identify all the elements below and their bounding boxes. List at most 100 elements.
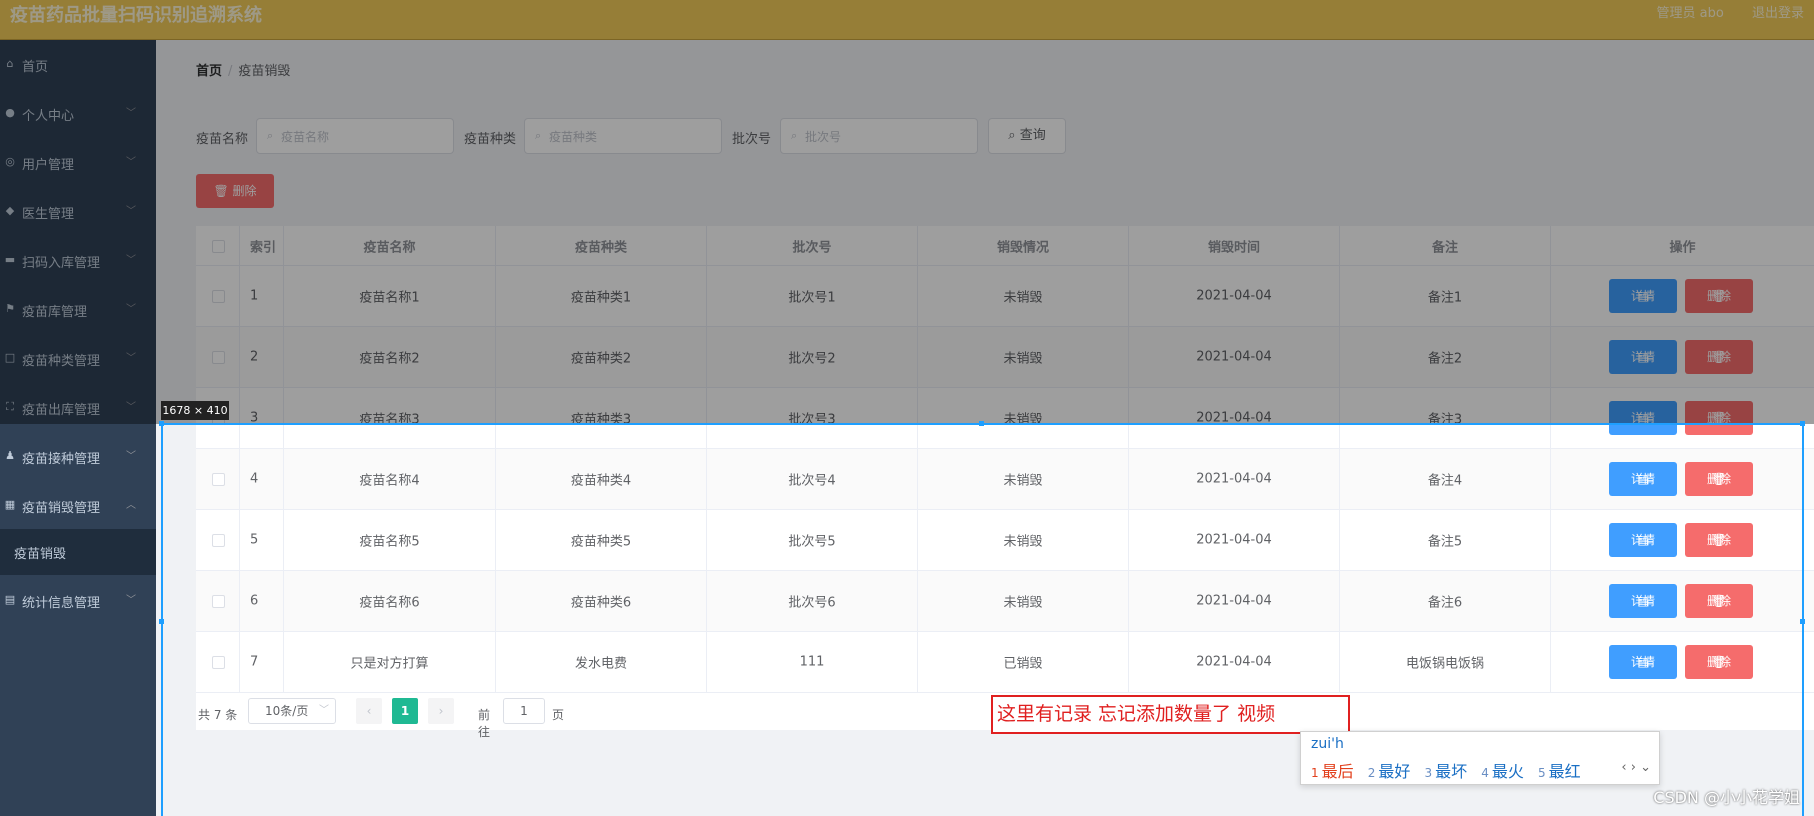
cell-actions: ▤ 详情 🗑 删除 — [1551, 266, 1814, 326]
chevron-down-icon[interactable]: ⌄ — [1640, 760, 1651, 775]
vaccine-name-field[interactable]: ⌕ — [256, 118, 454, 154]
sidebar-item-label: 首页 — [22, 60, 49, 75]
checkbox[interactable] — [211, 534, 225, 547]
sidebar-item-home[interactable]: ⌂ 首页 — [0, 40, 156, 88]
detail-button[interactable]: ▤ 详情 — [1609, 279, 1677, 313]
chevron-down-icon: ﹀ — [126, 206, 136, 217]
ime-candidate[interactable]: 3 最坏 — [1425, 762, 1468, 781]
delete-button[interactable]: 🗑 删除 — [1685, 645, 1753, 679]
cell-actions: ▤ 详情 🗑 删除 — [1551, 449, 1814, 509]
ime-nav[interactable]: ‹ › ⌄ — [1621, 760, 1651, 775]
prev-page-button[interactable]: ‹ — [356, 698, 382, 724]
selection-handle[interactable] — [979, 421, 984, 426]
header-right: 管理员 abo 退出登录 — [1633, 4, 1804, 24]
detail-button[interactable]: ▤ 详情 — [1609, 401, 1677, 435]
cell-idx: 1 — [240, 266, 284, 326]
sidebar-item-vaccine-types[interactable]: □ 疫苗种类管理 ﹀ — [0, 334, 156, 382]
goto-page-input[interactable]: 1 — [503, 698, 545, 724]
checkbox[interactable] — [211, 290, 225, 303]
row-select[interactable] — [196, 327, 240, 387]
cell-name: 疫苗名称5 — [284, 510, 496, 570]
chevron-left-icon[interactable]: ‹ — [1621, 760, 1626, 775]
vaccine-name-input[interactable] — [281, 127, 441, 147]
selection-handle[interactable] — [1800, 619, 1805, 624]
cell-name: 疫苗名称6 — [284, 571, 496, 631]
logout-link[interactable]: 退出登录 — [1752, 6, 1804, 21]
vaccine-type-input[interactable] — [549, 127, 709, 147]
chevron-up-icon: ︿ — [126, 500, 136, 511]
annotation-textbox[interactable]: 这里有记录 忘记添加数量了 视频 — [991, 695, 1350, 734]
sidebar-item-users[interactable]: ◎ 用户管理 ﹀ — [0, 138, 156, 186]
delete-button[interactable]: 🗑 删除 — [1685, 462, 1753, 496]
sidebar-item-statistics[interactable]: ▤ 统计信息管理 ﹀ — [0, 576, 156, 624]
ime-candidate[interactable]: 5 最红 — [1538, 762, 1581, 781]
query-button-label: 查询 — [1019, 128, 1046, 143]
detail-button[interactable]: ▤ 详情 — [1609, 584, 1677, 618]
selection-handle[interactable] — [1800, 421, 1805, 426]
ime-candidate[interactable]: 1 最后 — [1311, 762, 1354, 781]
detail-button[interactable]: ▤ 详情 — [1609, 462, 1677, 496]
sidebar-item-vaccine-stock[interactable]: ⚑ 疫苗库管理 ﹀ — [0, 285, 156, 333]
header-select-all[interactable] — [196, 226, 240, 265]
delete-button[interactable]: 🗑 删除 — [1685, 401, 1753, 435]
row-select[interactable] — [196, 266, 240, 326]
cell-actions: ▤ 详情 🗑 删除 — [1551, 510, 1814, 570]
page-number[interactable]: 1 — [392, 698, 418, 724]
person-icon: ♟ — [5, 449, 15, 462]
sidebar-item-scan-in[interactable]: ▬ 扫码入库管理 ﹀ — [0, 236, 156, 284]
ime-candidate[interactable]: 4 最火 — [1481, 762, 1524, 781]
sidebar: ⌂ 首页 ● 个人中心 ﹀ ◎ 用户管理 ﹀ ◆ 医生管理 ﹀ ▬ 扫码入库管理… — [0, 40, 156, 816]
selection-handle[interactable] — [159, 421, 164, 426]
cell-time: 2021-04-04 — [1129, 266, 1340, 326]
detail-button[interactable]: ▤ 详情 — [1609, 645, 1677, 679]
cell-actions: ▤ 详情 🗑 删除 — [1551, 327, 1814, 387]
cell-actions: ▤ 详情 🗑 删除 — [1551, 632, 1814, 692]
sidebar-item-vaccination[interactable]: ♟ 疫苗接种管理 ﹀ — [0, 432, 156, 480]
cell-status: 未销毁 — [918, 327, 1129, 387]
row-select[interactable] — [196, 449, 240, 509]
checkbox[interactable] — [211, 473, 225, 486]
query-button[interactable]: ⌕ 查询 — [988, 118, 1066, 154]
sidebar-item-label: 疫苗库管理 — [22, 305, 88, 320]
detail-button[interactable]: ▤ 详情 — [1609, 340, 1677, 374]
page-size-select[interactable]: 10条/页 ﹀ — [248, 698, 336, 724]
batch-delete-button[interactable]: 🗑 删除 — [196, 174, 274, 208]
cell-name: 疫苗名称3 — [284, 388, 496, 448]
cell-name: 只是对方打算 — [284, 632, 496, 692]
search-icon: ⌕ — [1008, 128, 1020, 143]
batch-field[interactable]: ⌕ — [780, 118, 978, 154]
sidebar-item-doctors[interactable]: ◆ 医生管理 ﹀ — [0, 187, 156, 235]
sidebar-item-destroy[interactable]: ▦ 疫苗销毁管理 ︿ — [0, 481, 156, 529]
checkbox[interactable] — [211, 351, 225, 364]
vaccine-name-label: 疫苗名称 — [196, 132, 249, 147]
row-select[interactable] — [196, 632, 240, 692]
checkbox[interactable] — [211, 595, 225, 608]
batch-input[interactable] — [805, 127, 965, 147]
tag-icon: □ — [4, 351, 16, 364]
breadcrumb-home[interactable]: 首页 — [196, 64, 222, 79]
chevron-right-icon[interactable]: › — [1631, 760, 1636, 775]
selection-handle[interactable] — [159, 619, 164, 624]
detail-button[interactable]: ▤ 详情 — [1609, 523, 1677, 557]
cell-note: 备注2 — [1340, 327, 1551, 387]
sidebar-subitem-destroy[interactable]: 疫苗销毁 — [0, 529, 156, 575]
sidebar-item-vaccine-out[interactable]: ⛶ 疫苗出库管理 ﹀ — [0, 383, 156, 431]
trash-icon: 🗑 — [213, 184, 233, 198]
sidebar-item-profile[interactable]: ● 个人中心 ﹀ — [0, 89, 156, 137]
breadcrumb: 首页 / 疫苗销毁 — [196, 64, 291, 79]
grid-icon: ▦ — [4, 498, 16, 511]
ime-candidate[interactable]: 2 最好 — [1368, 762, 1411, 781]
cell-time: 2021-04-04 — [1129, 632, 1340, 692]
delete-button[interactable]: 🗑 删除 — [1685, 523, 1753, 557]
cell-type: 疫苗种类3 — [496, 388, 707, 448]
row-select[interactable] — [196, 510, 240, 570]
delete-button[interactable]: 🗑 删除 — [1685, 584, 1753, 618]
checkbox[interactable] — [211, 656, 225, 669]
row-select[interactable] — [196, 571, 240, 631]
cell-idx: 4 — [240, 449, 284, 509]
next-page-button[interactable]: › — [428, 698, 454, 724]
delete-button[interactable]: 🗑 删除 — [1685, 279, 1753, 313]
checkbox[interactable] — [211, 239, 225, 253]
vaccine-type-field[interactable]: ⌕ — [524, 118, 722, 154]
delete-button[interactable]: 🗑 删除 — [1685, 340, 1753, 374]
